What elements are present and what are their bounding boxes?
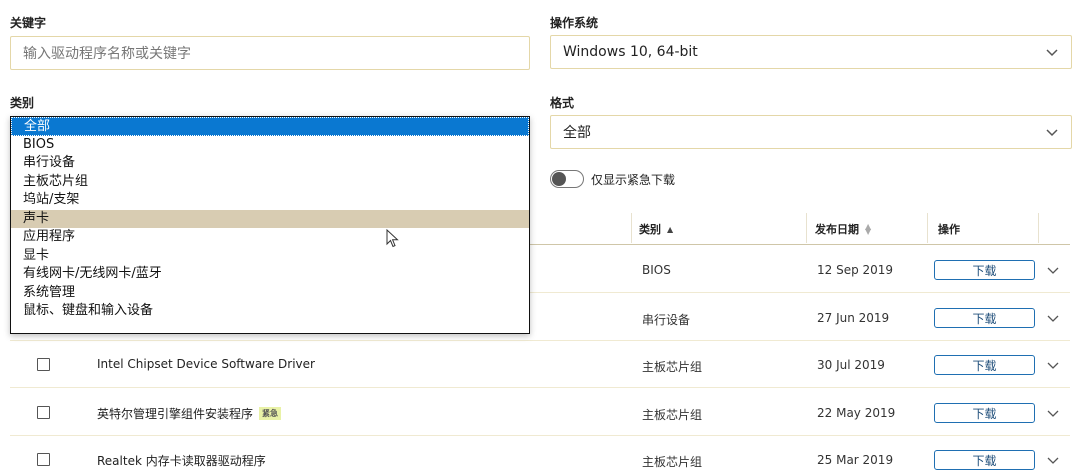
column-header-action-label: 操作: [938, 223, 960, 236]
category-option-serial-devices[interactable]: 串行设备: [11, 154, 529, 173]
row-date: 12 Sep 2019: [817, 263, 894, 277]
table-row: 英特尔管理引擎组件安装程序 紧急 主板芯片组 22 May 2019 下载: [0, 389, 1080, 436]
column-separator: [1038, 213, 1039, 243]
category-option-network[interactable]: 有线网卡/无线网卡/蓝牙: [11, 265, 529, 284]
category-option-systems-management[interactable]: 系统管理: [11, 284, 529, 303]
sort-ascending-icon: ▲: [667, 224, 674, 234]
row-driver-name[interactable]: 英特尔管理引擎组件安装程序 紧急: [97, 405, 282, 422]
chevron-down-icon: [1045, 125, 1059, 139]
urgent-only-label: 仅显示紧急下载: [591, 173, 676, 187]
column-separator: [806, 213, 807, 243]
row-category: 主板芯片组: [642, 408, 703, 422]
download-button[interactable]: 下载: [934, 308, 1035, 328]
os-select[interactable]: Windows 10, 64-bit: [550, 35, 1072, 69]
row-checkbox[interactable]: [37, 406, 50, 419]
table-row: Realtek 内存卡读取器驱动程序 主板芯片组 25 Mar 2019 下载: [0, 436, 1080, 470]
category-option-video[interactable]: 显卡: [11, 247, 529, 266]
download-button[interactable]: 下载: [934, 260, 1035, 280]
row-date: 22 May 2019: [817, 406, 896, 420]
row-driver-name-text: Realtek 内存卡读取器驱动程序: [97, 454, 266, 468]
download-button[interactable]: 下载: [934, 450, 1035, 470]
mouse-cursor-icon: [386, 228, 400, 253]
chevron-down-icon: [1045, 45, 1059, 59]
category-option-docks-stands[interactable]: 坞站/支架: [11, 191, 529, 210]
row-checkbox[interactable]: [37, 358, 50, 371]
os-label: 操作系统: [550, 16, 599, 30]
row-category: 主板芯片组: [642, 360, 703, 374]
row-divider: [10, 387, 1070, 388]
table-row: Intel Chipset Device Software Driver 主板芯…: [0, 341, 1080, 388]
download-button[interactable]: 下载: [934, 403, 1035, 423]
category-option-applications[interactable]: 应用程序: [11, 228, 529, 247]
row-category: BIOS: [642, 263, 671, 277]
chevron-down-icon[interactable]: [1046, 406, 1060, 420]
category-label: 类别: [10, 96, 35, 110]
chevron-down-icon[interactable]: [1046, 263, 1060, 277]
table-header-divider: [530, 244, 1070, 245]
download-button[interactable]: 下载: [934, 355, 1035, 375]
row-driver-name-text: 英特尔管理引擎组件安装程序: [97, 407, 254, 421]
toggle-knob: [552, 172, 566, 186]
column-header-category[interactable]: 类别 ▲: [639, 221, 673, 237]
category-option-audio[interactable]: 声卡: [11, 209, 529, 228]
column-header-date[interactable]: 发布日期 ▲ ▼: [815, 221, 871, 237]
row-date: 25 Mar 2019: [817, 453, 894, 467]
row-category: 主板芯片组: [642, 455, 703, 469]
category-option-all[interactable]: 全部: [11, 117, 529, 136]
keyword-placeholder: 输入驱动程序名称或关键字: [23, 46, 191, 62]
row-date: 27 Jun 2019: [817, 311, 890, 325]
category-option-chipset[interactable]: 主板芯片组: [11, 173, 529, 192]
category-option-bios[interactable]: BIOS: [11, 136, 529, 155]
os-select-value: Windows 10, 64-bit: [563, 44, 698, 60]
row-checkbox[interactable]: [37, 453, 50, 466]
row-date: 30 Jul 2019: [817, 358, 885, 372]
chevron-down-icon[interactable]: [1046, 453, 1060, 467]
format-select[interactable]: 全部: [550, 115, 1072, 149]
keyword-input[interactable]: 输入驱动程序名称或关键字: [10, 36, 530, 70]
row-driver-name[interactable]: Intel Chipset Device Software Driver: [97, 357, 315, 371]
column-header-category-label: 类别: [639, 223, 661, 236]
category-option-input-devices[interactable]: 鼠标、键盘和输入设备: [11, 302, 529, 321]
urgent-badge: 紧急: [259, 407, 282, 420]
chevron-down-icon[interactable]: [1046, 311, 1060, 325]
keyword-label: 关键字: [10, 16, 47, 30]
sort-icon: ▲ ▼: [865, 222, 872, 236]
column-header-date-label: 发布日期: [815, 223, 859, 236]
column-separator: [927, 213, 928, 243]
column-separator: [631, 213, 632, 243]
format-select-value: 全部: [563, 125, 591, 141]
chevron-down-icon[interactable]: [1046, 358, 1060, 372]
urgent-only-toggle[interactable]: [550, 170, 584, 188]
row-category: 串行设备: [642, 313, 691, 327]
row-driver-name[interactable]: Realtek 内存卡读取器驱动程序: [97, 452, 266, 469]
row-driver-name-text: Intel Chipset Device Software Driver: [97, 357, 315, 371]
format-label: 格式: [550, 96, 575, 110]
category-select-dropdown[interactable]: 全部 BIOS 串行设备 主板芯片组 坞站/支架 声卡 应用程序 显卡 有线网卡…: [10, 116, 530, 334]
column-header-action: 操作: [938, 221, 960, 237]
